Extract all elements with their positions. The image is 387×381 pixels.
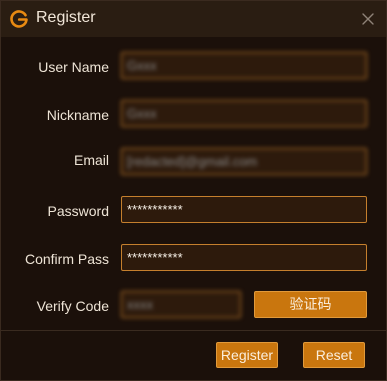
- email-label: Email: [73, 152, 109, 168]
- verify-code-input[interactable]: [121, 291, 241, 318]
- logo-g-icon: [10, 10, 28, 28]
- footer-divider: [1, 330, 386, 331]
- password-label: Password: [47, 203, 109, 219]
- verify-code-label: Verify Code: [36, 298, 109, 314]
- nickname-input[interactable]: [121, 100, 367, 127]
- title-bar[interactable]: Register: [1, 1, 386, 37]
- nickname-label: Nickname: [46, 107, 109, 123]
- password-input[interactable]: [121, 196, 367, 223]
- user-name-label: User Name: [38, 59, 109, 75]
- dialog-title: Register: [36, 9, 96, 26]
- register-button[interactable]: Register: [216, 342, 278, 368]
- user-name-input[interactable]: [121, 52, 367, 79]
- confirm-password-label: Confirm Pass: [24, 251, 109, 267]
- get-verify-code-button[interactable]: 验证码: [254, 291, 367, 318]
- close-icon[interactable]: [360, 11, 376, 27]
- confirm-password-input[interactable]: [121, 244, 367, 271]
- reset-button[interactable]: Reset: [303, 342, 365, 368]
- email-input[interactable]: [121, 148, 367, 175]
- register-dialog: Register User Name Nickname Email Passwo…: [0, 0, 387, 381]
